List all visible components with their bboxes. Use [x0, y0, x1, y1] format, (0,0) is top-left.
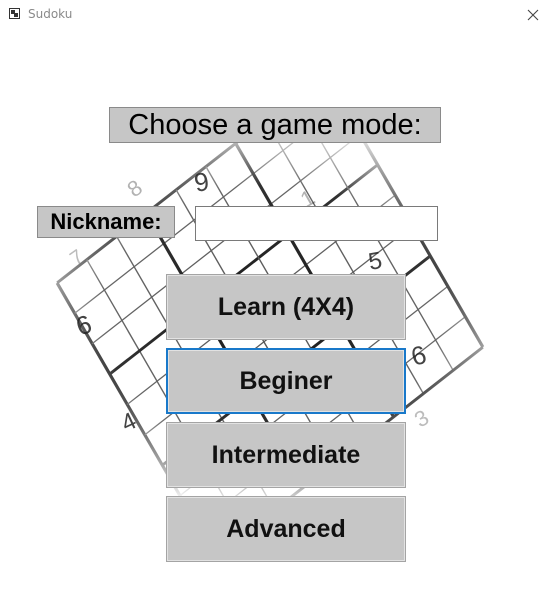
nickname-input[interactable]	[195, 206, 438, 241]
background-digit: 8	[123, 175, 147, 203]
beginner-button[interactable]: Beginer	[166, 348, 406, 414]
background-digit: 3	[410, 405, 433, 433]
learn-4x4-button[interactable]: Learn (4X4)	[166, 274, 406, 340]
intermediate-button[interactable]: Intermediate	[166, 422, 406, 488]
sudoku-app-icon	[9, 8, 20, 19]
close-button[interactable]	[518, 2, 548, 28]
main-content: 981756643 Choose a game mode: Nickname: …	[0, 30, 549, 601]
advanced-button[interactable]: Advanced	[166, 496, 406, 562]
window-title: Sudoku	[28, 7, 73, 21]
close-icon	[527, 9, 539, 21]
page-title: Choose a game mode:	[109, 107, 441, 143]
title-bar: Sudoku	[0, 0, 549, 30]
nickname-label: Nickname:	[37, 206, 175, 238]
